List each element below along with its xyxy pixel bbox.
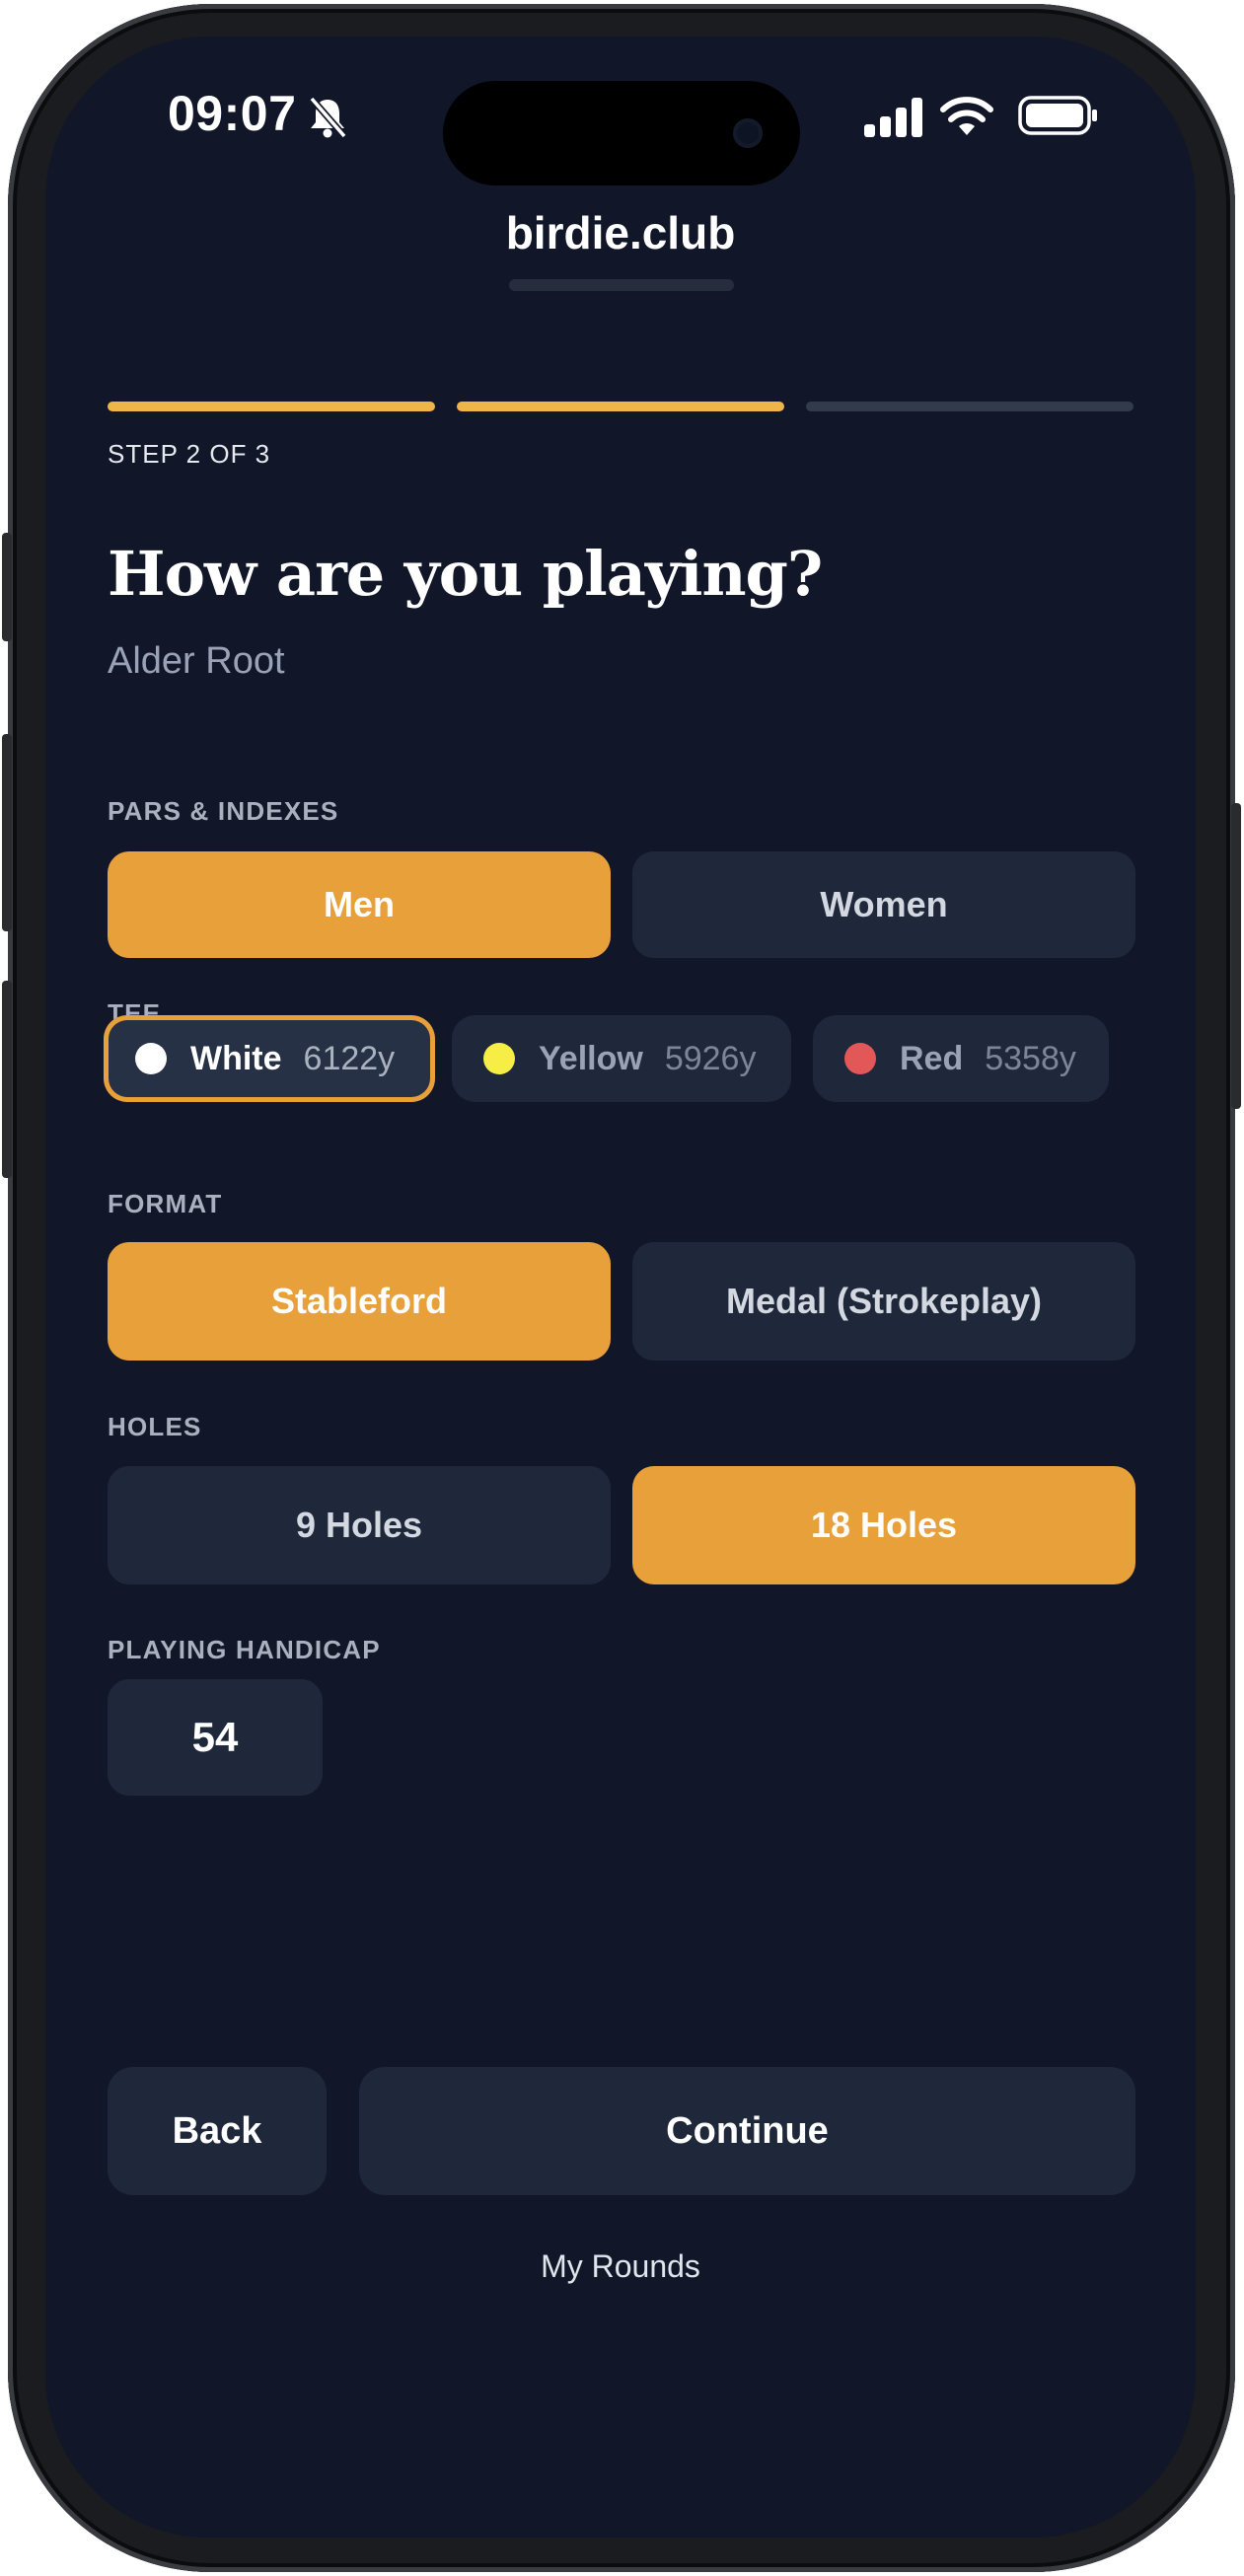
action-button	[2, 533, 12, 641]
app-screen: 09:07 birdie.club STEP 2 OF 3 How are yo…	[45, 37, 1196, 2538]
battery-icon	[1018, 96, 1097, 135]
women-button[interactable]: Women	[632, 851, 1135, 958]
tee-option-yellow[interactable]: Yellow 5926y	[452, 1015, 791, 1102]
eighteen-holes-button[interactable]: 18 Holes	[632, 1466, 1135, 1584]
progress-step-2	[457, 402, 784, 411]
header-underline	[509, 279, 734, 291]
tee-option-red[interactable]: Red 5358y	[813, 1015, 1109, 1102]
back-button[interactable]: Back	[108, 2067, 327, 2195]
volume-up-button	[2, 734, 12, 931]
continue-button[interactable]: Continue	[359, 2067, 1135, 2195]
tee-name: White	[190, 1039, 282, 1077]
dynamic-island	[443, 81, 800, 185]
playing-handicap-label: PLAYING HANDICAP	[108, 1635, 381, 1664]
cellular-signal-icon	[864, 98, 922, 137]
red-tee-dot-icon	[844, 1043, 876, 1074]
stableford-button[interactable]: Stableford	[108, 1242, 611, 1361]
medal-strokeplay-button[interactable]: Medal (Strokeplay)	[632, 1242, 1135, 1361]
power-button	[1231, 803, 1241, 1109]
white-tee-dot-icon	[135, 1043, 167, 1074]
tee-name: Red	[900, 1039, 964, 1077]
course-name: Alder Root	[108, 640, 285, 682]
tee-yards: 5358y	[985, 1039, 1076, 1077]
wifi-icon	[940, 97, 993, 135]
format-label: FORMAT	[108, 1189, 223, 1218]
tee-yards: 6122y	[303, 1039, 396, 1077]
step-indicator: STEP 2 OF 3	[108, 439, 271, 469]
status-time: 09:07	[168, 86, 297, 141]
page-title: How are you playing?	[108, 538, 823, 610]
progress-step-1	[108, 402, 435, 411]
my-rounds-link[interactable]: My Rounds	[45, 2248, 1196, 2285]
yellow-tee-dot-icon	[483, 1043, 515, 1074]
holes-label: HOLES	[108, 1412, 202, 1441]
tee-option-white[interactable]: White 6122y	[104, 1015, 435, 1102]
tee-yards: 5926y	[664, 1039, 757, 1077]
pars-indexes-label: PARS & INDEXES	[108, 796, 339, 826]
brand-title: birdie.club	[505, 207, 736, 258]
nine-holes-button[interactable]: 9 Holes	[108, 1466, 611, 1584]
volume-down-button	[2, 981, 12, 1178]
bell-slash-icon	[309, 96, 347, 139]
progress-step-3	[806, 402, 1134, 411]
men-button[interactable]: Men	[108, 851, 611, 958]
playing-handicap-input[interactable]: 54	[108, 1679, 323, 1796]
tee-name: Yellow	[539, 1039, 643, 1077]
front-camera	[733, 118, 763, 148]
